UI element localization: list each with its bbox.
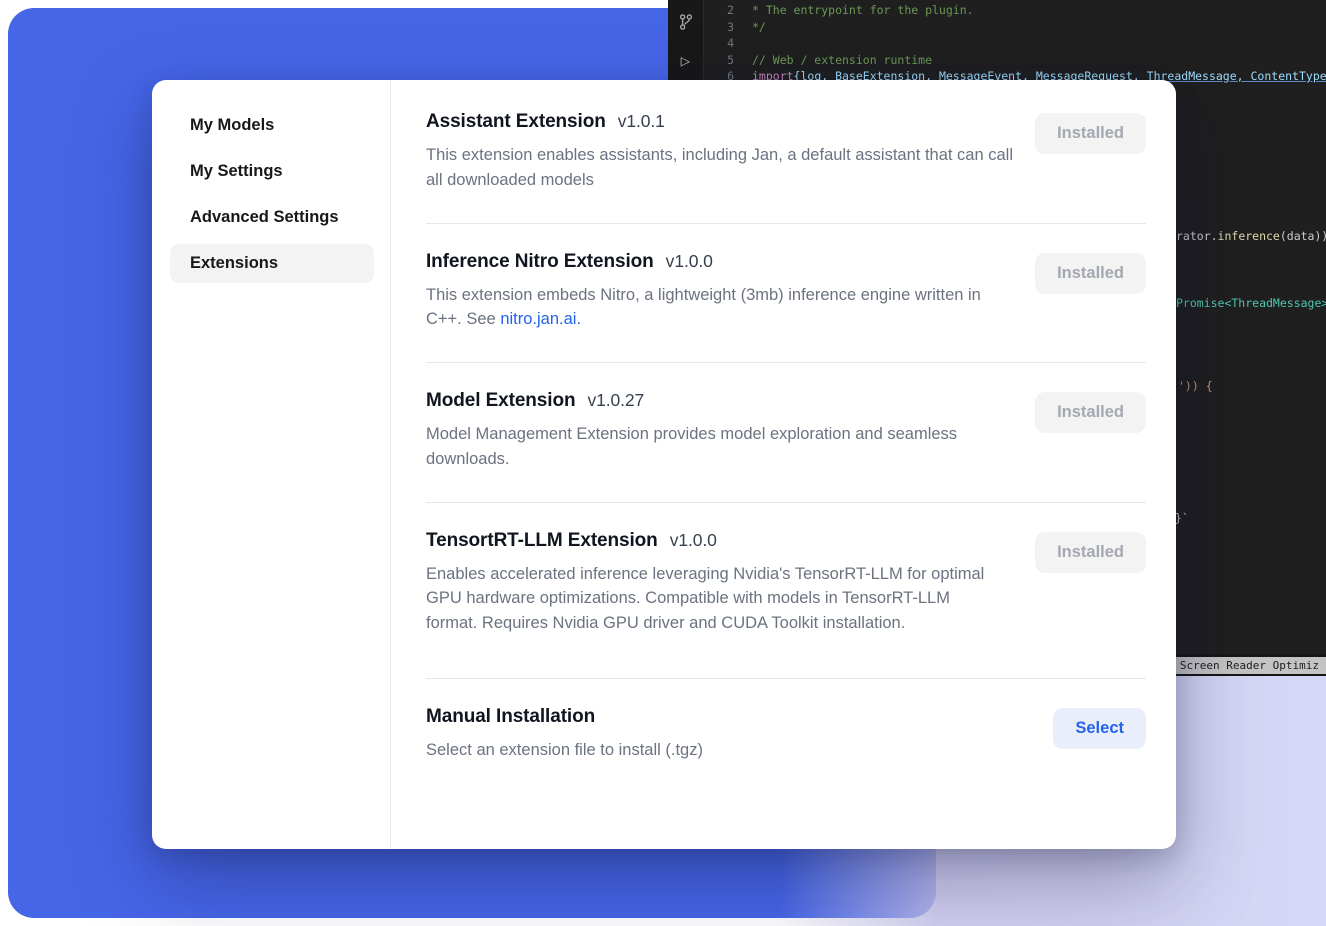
nitro-jan-ai-link[interactable]: nitro.jan.ai. [500,310,581,328]
run-debug-icon: ▷ [676,50,696,70]
extension-title: TensortRT-LLM Extension v1.0.0 [426,530,1004,552]
code-comment: // Web / extension runtime [752,52,932,69]
screen-reader-badge: Screen Reader Optimiz [1173,657,1326,674]
code-line: 5 // Web / extension runtime [704,52,1326,69]
code-token: rator. [1176,229,1218,243]
sidebar-item-advanced-settings[interactable]: Advanced Settings [170,198,374,237]
code-token: (data)); [1280,229,1326,243]
extensions-panel: Assistant Extension v1.0.1 This extension… [392,80,1176,849]
extension-name: Model Extension [426,390,575,411]
select-file-button[interactable]: Select [1053,708,1146,749]
line-number: 3 [704,19,734,36]
code-line: 3 */ [704,19,1326,36]
extension-row-assistant: Assistant Extension v1.0.1 This extension… [426,84,1146,224]
extension-row-model: Model Extension v1.0.27 Model Management … [426,363,1146,503]
installed-button[interactable]: Installed [1035,532,1146,573]
extension-version: v1.0.1 [618,111,665,131]
settings-modal: My Models My Settings Advanced Settings … [152,80,1176,849]
extension-title: Inference Nitro Extension v1.0.0 [426,251,1018,273]
extension-title: Model Extension v1.0.27 [426,390,1018,412]
extension-name: TensortRT-LLM Extension [426,530,658,551]
installed-button[interactable]: Installed [1035,392,1146,433]
code-fragment: ')) { [1178,379,1213,393]
installed-button[interactable]: Installed [1035,113,1146,154]
extension-version: v1.0.0 [670,530,717,550]
sidebar-item-extensions[interactable]: Extensions [170,244,374,283]
extension-description: Model Management Extension provides mode… [426,422,1018,472]
code-lines: 2 * The entrypoint for the plugin. 3 */ … [704,2,1326,85]
line-number: 4 [704,35,734,52]
manual-installation-row: Manual Installation Select an extension … [426,679,1146,793]
manual-installation-description: Select an extension file to install (.tg… [426,738,703,763]
extension-info: Inference Nitro Extension v1.0.0 This ext… [426,251,1018,333]
code-line: 4 [704,35,1326,52]
code-fragment: rator.inference(data)); [1176,229,1326,243]
extension-info: Model Extension v1.0.27 Model Management … [426,390,1018,472]
code-token: inference [1218,229,1280,243]
sidebar-item-my-settings[interactable]: My Settings [170,152,374,191]
extension-description: This extension enables assistants, inclu… [426,143,1018,193]
code-comment: */ [752,19,766,36]
code-line: 2 * The entrypoint for the plugin. [704,2,1326,19]
extension-info: Manual Installation Select an extension … [426,706,703,763]
extension-name: Assistant Extension [426,111,606,132]
extension-version: v1.0.0 [666,251,713,271]
code-fragment: Promise<ThreadMessage> [1176,296,1326,310]
extension-info: TensortRT-LLM Extension v1.0.0 Enables ac… [426,530,1004,636]
extension-row-inference-nitro: Inference Nitro Extension v1.0.0 This ext… [426,224,1146,364]
manual-installation-title: Manual Installation [426,706,703,728]
extension-title: Assistant Extension v1.0.1 [426,111,1018,133]
extension-row-tensorrt-llm: TensortRT-LLM Extension v1.0.0 Enables ac… [426,503,1146,679]
installed-button[interactable]: Installed [1035,253,1146,294]
source-control-icon [676,12,696,32]
line-number: 2 [704,2,734,19]
sidebar-item-my-models[interactable]: My Models [170,106,374,145]
extension-info: Assistant Extension v1.0.1 This extension… [426,111,1018,193]
code-comment: * The entrypoint for the plugin. [752,2,974,19]
extension-description: Enables accelerated inference leveraging… [426,562,1004,636]
extension-name: Inference Nitro Extension [426,251,654,272]
extension-description: This extension embeds Nitro, a lightweig… [426,283,1018,333]
line-number: 5 [704,52,734,69]
extension-version: v1.0.27 [587,390,644,410]
settings-sidebar: My Models My Settings Advanced Settings … [152,80,391,849]
